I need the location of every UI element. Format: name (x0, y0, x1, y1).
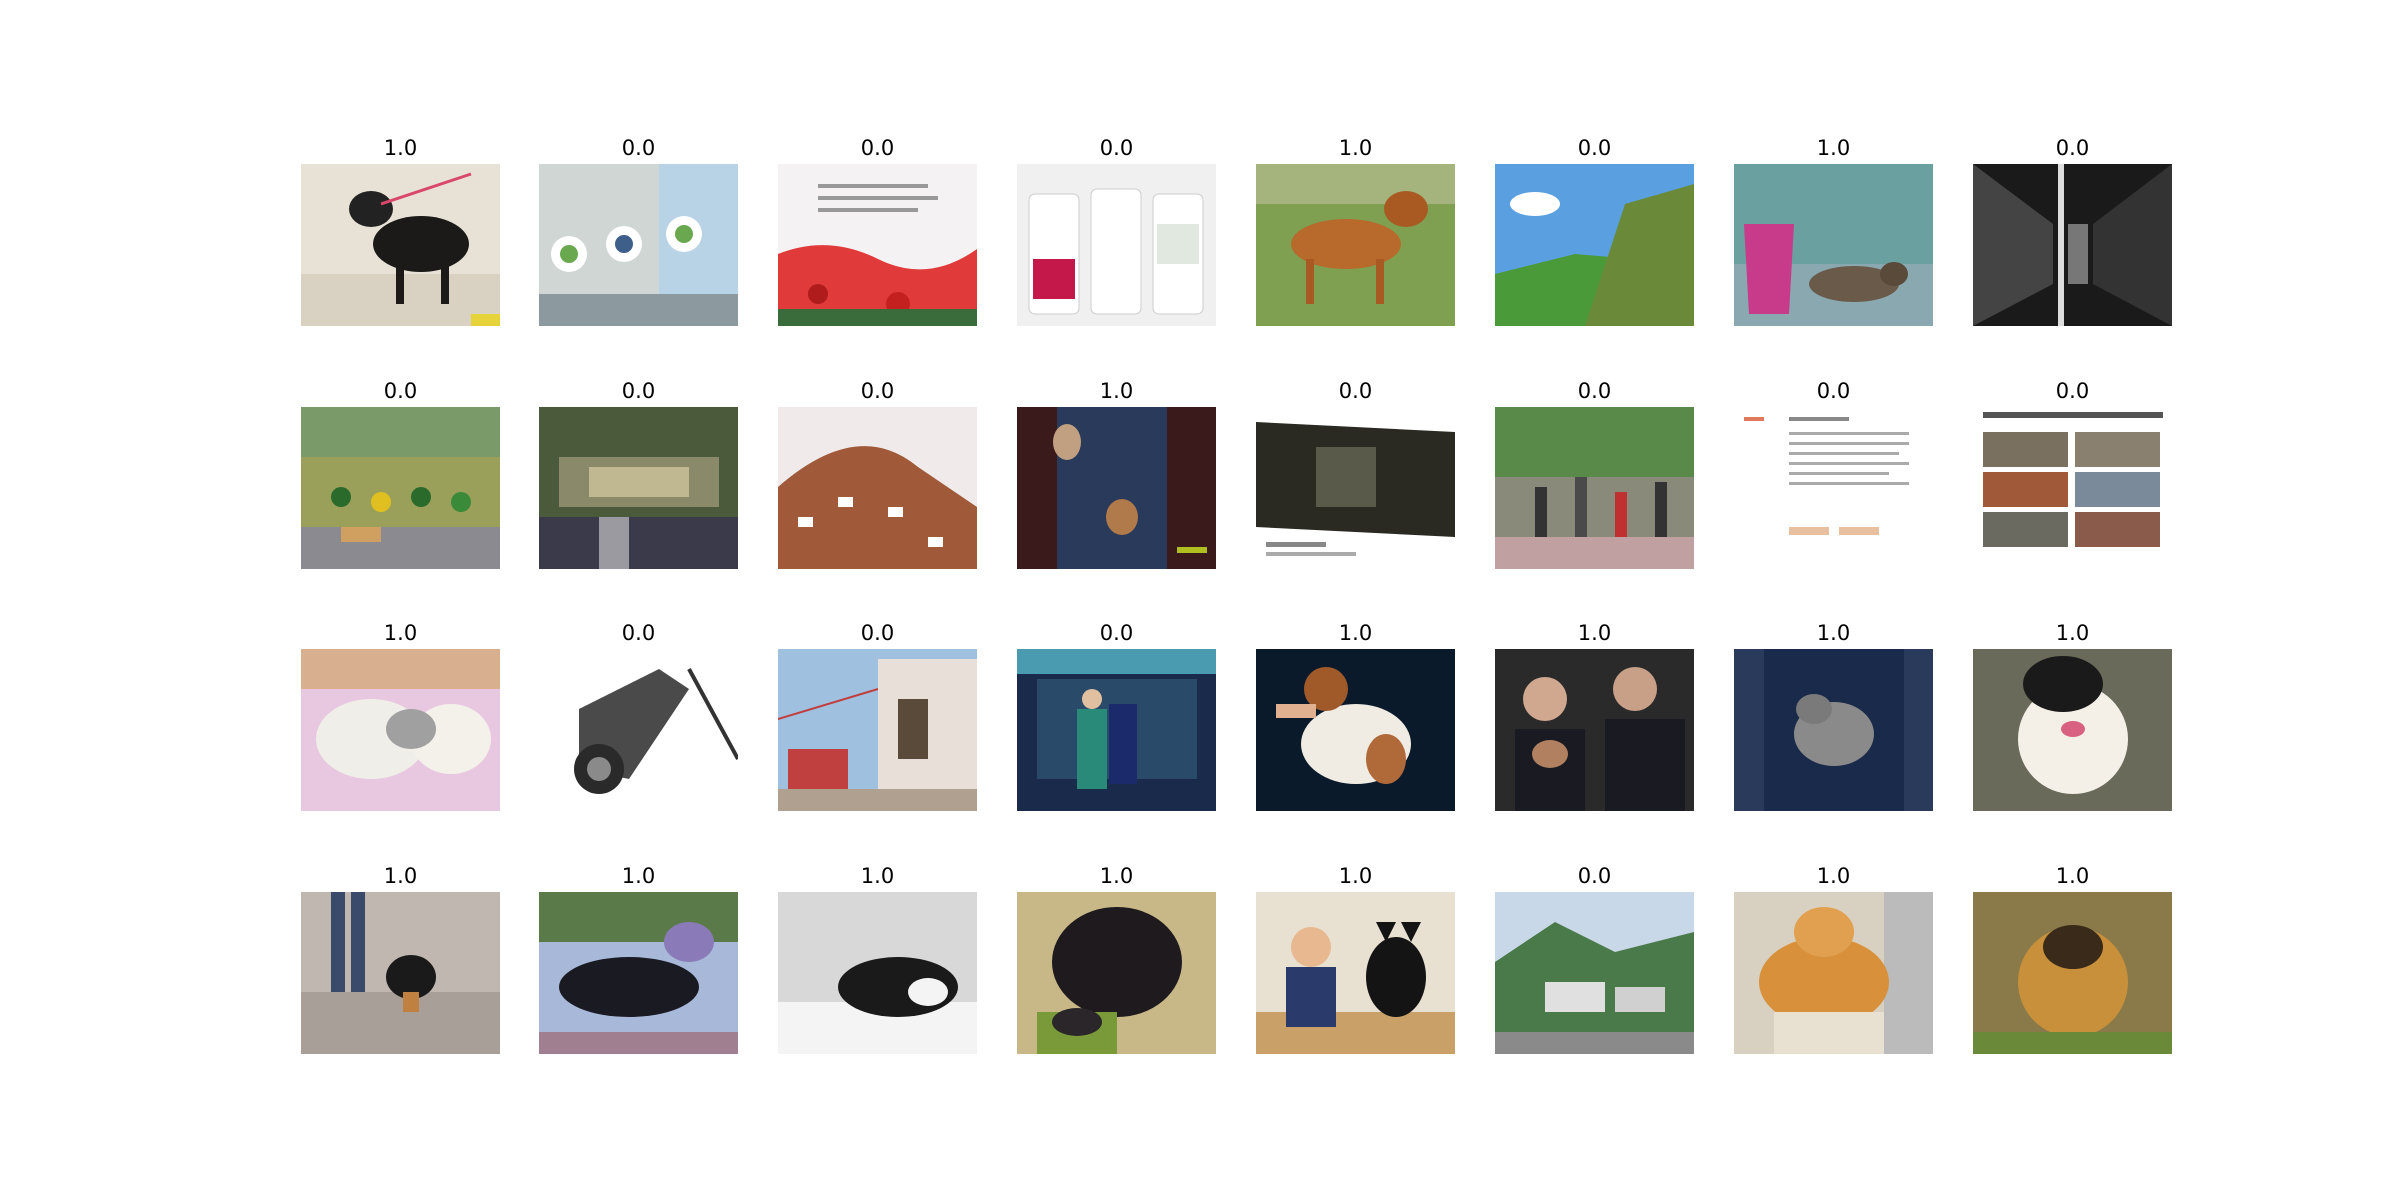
image-label: 0.0 (1816, 379, 1851, 403)
image-label: 1.0 (1338, 621, 1373, 645)
image-label: 1.0 (1577, 621, 1612, 645)
image-label: 1.0 (383, 864, 418, 888)
image-label: 1.0 (621, 864, 656, 888)
image-label: 0.0 (621, 136, 656, 160)
image-label: 1.0 (383, 136, 418, 160)
thumbnail-image (1017, 407, 1216, 569)
image-label: 1.0 (860, 864, 895, 888)
thumbnail-image (1973, 649, 2172, 811)
thumbnail-image (539, 892, 738, 1054)
thumbnail-image (301, 164, 500, 326)
thumbnail-image (1256, 407, 1455, 569)
image-label: 0.0 (2055, 379, 2090, 403)
thumbnail-image (1017, 649, 1216, 811)
thumbnail-image (1017, 892, 1216, 1054)
thumbnail-image (1973, 892, 2172, 1054)
thumbnail-image (1734, 164, 1933, 326)
image-label: 0.0 (621, 379, 656, 403)
thumbnail-image (778, 407, 977, 569)
thumbnail-image (301, 892, 500, 1054)
thumbnail-image (539, 164, 738, 326)
thumbnail-image (1495, 407, 1694, 569)
image-label: 1.0 (1099, 864, 1134, 888)
image-label: 1.0 (1816, 136, 1851, 160)
thumbnail-image (778, 164, 977, 326)
image-label: 1.0 (2055, 621, 2090, 645)
thumbnail-image (301, 407, 500, 569)
image-label: 1.0 (383, 621, 418, 645)
image-label: 0.0 (1577, 379, 1612, 403)
image-label: 0.0 (1577, 136, 1612, 160)
thumbnail-image (539, 649, 738, 811)
image-label: 0.0 (1099, 136, 1134, 160)
thumbnail-image (1495, 649, 1694, 811)
thumbnail-image (1495, 164, 1694, 326)
thumbnail-image (1256, 892, 1455, 1054)
image-label: 1.0 (1338, 864, 1373, 888)
image-label: 1.0 (1816, 864, 1851, 888)
image-grid: 1.0 0.0 0.0 0.0 1.0 0.0 1.0 0.0 0.0 0.0 0.0 1.0 0.0 0… (0, 0, 2400, 1200)
thumbnail-image (778, 649, 977, 811)
image-label: 0.0 (1577, 864, 1612, 888)
image-label: 0.0 (860, 379, 895, 403)
image-label: 0.0 (621, 621, 656, 645)
image-label: 0.0 (860, 621, 895, 645)
thumbnail-image (1734, 649, 1933, 811)
thumbnail-image (1256, 164, 1455, 326)
thumbnail-image (1495, 892, 1694, 1054)
image-label: 0.0 (2055, 136, 2090, 160)
image-label: 1.0 (1816, 621, 1851, 645)
image-label: 1.0 (2055, 864, 2090, 888)
thumbnail-image (1973, 407, 2172, 569)
thumbnail-image (301, 649, 500, 811)
image-label: 0.0 (1099, 621, 1134, 645)
thumbnail-image (778, 892, 977, 1054)
image-label: 1.0 (1099, 379, 1134, 403)
image-label: 1.0 (1338, 136, 1373, 160)
image-label: 0.0 (860, 136, 895, 160)
thumbnail-image (1734, 892, 1933, 1054)
thumbnail-image (1256, 649, 1455, 811)
thumbnail-image (1734, 407, 1933, 569)
image-label: 0.0 (1338, 379, 1373, 403)
image-label: 0.0 (383, 379, 418, 403)
thumbnail-image (1017, 164, 1216, 326)
thumbnail-image (1973, 164, 2172, 326)
thumbnail-image (539, 407, 738, 569)
